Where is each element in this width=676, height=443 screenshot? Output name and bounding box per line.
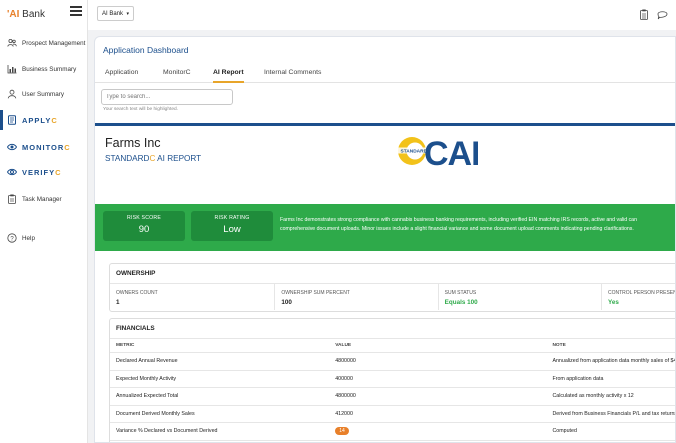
sidebar-item-prospect-management[interactable]: Prospect Management	[0, 33, 88, 53]
variance-badge: 14	[335, 427, 349, 436]
table-header: METRIC VALUE NOTE	[110, 339, 675, 353]
ownership-sum-cell: OWNERSHIP SUM PERCENT 100	[275, 284, 439, 310]
table-row: Document Derived Monthly Sales 412000 De…	[110, 406, 675, 423]
standard-cai-logo: STANDARD CAI	[398, 133, 481, 173]
sidebar-item-monitorc[interactable]: MONITORC	[0, 137, 88, 157]
app-logo[interactable]: 'AI Bank	[7, 9, 45, 20]
clipboard-icon	[7, 194, 17, 204]
risk-score-value: 90	[138, 224, 150, 235]
table-row: Expected Monthly Activity 400000 From ap…	[110, 371, 675, 388]
help-icon: ?	[7, 233, 17, 243]
clipboard-icon[interactable]	[639, 9, 649, 20]
sidebar-item-verifyc[interactable]: VERIFYC	[0, 162, 88, 182]
svg-text:CAI: CAI	[424, 135, 478, 169]
sidebar-item-business-summary[interactable]: Business Summary	[0, 59, 88, 79]
chat-icon[interactable]	[657, 9, 668, 20]
bar-chart-icon	[7, 64, 17, 74]
risk-rating-value: Low	[223, 224, 241, 235]
ownership-card: OWNERSHIP OWNERS COUNT 1 OWNERSHIP SUM P…	[109, 263, 676, 312]
monitor-eye-icon	[7, 142, 17, 152]
dashboard-panel: Application Dashboard Application Monito…	[94, 36, 676, 443]
risk-score-box: RISK SCORE 90	[103, 211, 185, 241]
sidebar-item-applyc[interactable]: APPLYC	[0, 110, 88, 130]
search-input[interactable]	[101, 89, 233, 105]
tab-monitorc[interactable]: MonitorC	[163, 69, 191, 83]
ownership-title: OWNERSHIP	[110, 264, 675, 284]
report-title: STANDARDC AI REPORT	[105, 154, 202, 163]
owners-count-cell: OWNERS COUNT 1	[110, 284, 276, 310]
people-icon	[7, 38, 17, 48]
chevron-down-icon: ▾	[126, 10, 129, 17]
tab-internal-comments[interactable]: Internal Comments	[264, 69, 321, 83]
page-title: Application Dashboard	[103, 45, 189, 55]
sidebar: 'AI Bank Prospect Management Business Su…	[0, 0, 88, 443]
sidebar-item-user-summary[interactable]: User Summary	[0, 84, 88, 104]
top-bar: AI Bank ▾	[88, 0, 676, 30]
sidebar-item-help[interactable]: ? Help	[0, 228, 88, 248]
tab-ai-report[interactable]: AI Report	[213, 69, 244, 83]
risk-rating-box: RISK RATING Low	[191, 211, 273, 241]
table-row: Variance % Declared vs Document Derived …	[110, 423, 675, 441]
document-icon	[7, 115, 17, 125]
financials-card: FINANCIALS METRIC VALUE NOTE Declared An…	[109, 318, 675, 442]
financials-title: FINANCIALS	[110, 319, 675, 339]
sum-status-cell: SUM STATUS Equals 100	[439, 284, 603, 310]
verify-eye-icon	[7, 167, 17, 177]
menu-toggle-icon[interactable]	[70, 6, 82, 16]
company-name: Farms Inc	[105, 136, 161, 150]
bank-select[interactable]: AI Bank ▾	[97, 6, 134, 21]
table-row: Annualized Expected Total 4800000 Calcul…	[110, 388, 675, 406]
table-row: Declared Annual Revenue 4800000 Annualiz…	[110, 353, 675, 371]
tab-bar: Application MonitorC AI Report Internal …	[95, 65, 675, 83]
risk-summary-text: Farms Inc demonstrates strong compliance…	[280, 217, 637, 232]
report-divider	[95, 123, 675, 126]
control-person-cell: CONTROL PERSON PRESEN Yes	[608, 290, 676, 306]
user-icon	[7, 89, 17, 99]
content-area: Application Dashboard Application Monito…	[88, 30, 676, 443]
tab-application[interactable]: Application	[105, 69, 138, 83]
sidebar-item-task-manager[interactable]: Task Manager	[0, 189, 88, 209]
search-hint: Your search text will be highlighted.	[103, 107, 179, 112]
